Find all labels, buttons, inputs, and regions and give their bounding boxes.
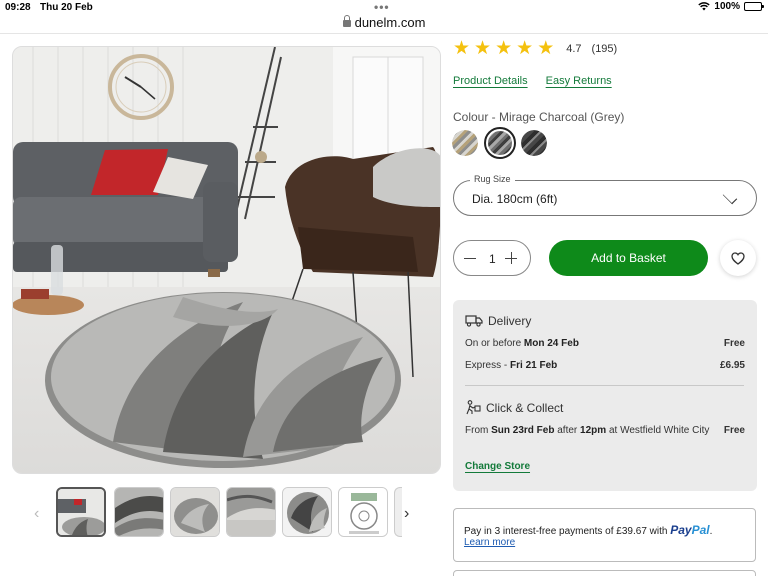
express-delivery-date: Fri 21 Feb <box>510 360 558 371</box>
collect-date: Sun 23rd Feb <box>491 425 555 436</box>
thumbnail-4[interactable] <box>226 487 276 537</box>
toolbar-divider <box>0 33 768 34</box>
chevron-right-icon[interactable]: › <box>404 505 409 523</box>
address-bar[interactable]: dunelm.com <box>0 15 768 30</box>
review-count[interactable]: (195) <box>592 43 618 55</box>
click-collect-title: Click & Collect <box>486 400 564 415</box>
delivery-title: Delivery <box>488 314 532 328</box>
thumbnail-6[interactable] <box>338 487 388 537</box>
heart-icon <box>731 251 745 265</box>
paypal-box: Pay in 3 interest-free payments of £39.6… <box>453 508 756 562</box>
colour-label: Colour - Mirage Charcoal (Grey) <box>453 110 625 124</box>
delivery-heading: Delivery <box>465 314 531 328</box>
click-collect-heading: Click & Collect <box>465 400 563 415</box>
thumbnail-3[interactable] <box>170 487 220 537</box>
delivery-panel: Delivery On or before Mon 24 Feb Free Ex… <box>453 300 757 491</box>
product-details-link[interactable]: Product Details <box>453 75 528 87</box>
rug-size-select[interactable]: Rug Size Dia. 180cm (6ft) <box>453 174 757 216</box>
express-delivery-row: Express - Fri 21 Feb £6.95 <box>465 360 745 371</box>
wishlist-button[interactable] <box>720 240 756 276</box>
click-collect-icon <box>466 400 481 415</box>
star-icon: ★ <box>516 38 534 59</box>
wifi-icon <box>698 2 711 11</box>
status-time: 09:28 <box>5 2 31 13</box>
collect-store: at Westfield White City <box>606 425 710 436</box>
thumbnail-5[interactable] <box>282 487 332 537</box>
delivery-truck-icon <box>465 315 483 327</box>
standard-delivery-date: Mon 24 Feb <box>523 338 579 349</box>
swatch-dark-grey[interactable] <box>521 130 547 156</box>
express-delivery-price: £6.95 <box>719 360 745 371</box>
url-text: dunelm.com <box>354 15 426 30</box>
paypal-text: Pay in 3 interest-free payments of £39.6… <box>464 523 713 537</box>
standard-delivery-row: On or before Mon 24 Feb Free <box>465 338 745 349</box>
click-collect-row: From Sun 23rd Feb after 12pm at Westfiel… <box>465 425 745 436</box>
rating-score: 4.7 <box>566 43 582 55</box>
divider <box>465 385 744 386</box>
quantity-stepper: 1 <box>453 240 531 276</box>
thumbnail-carousel: ‹ › <box>30 487 430 539</box>
chevron-down-icon <box>722 189 738 205</box>
battery-icon <box>744 2 764 11</box>
star-icon: ★ <box>453 38 471 59</box>
change-store-link[interactable]: Change Store <box>465 461 530 472</box>
quantity-value[interactable]: 1 <box>489 252 496 266</box>
quantity-decrease-button[interactable] <box>464 250 478 266</box>
product-main-image[interactable] <box>12 46 441 474</box>
standard-delivery-price: Free <box>723 338 745 349</box>
rug-size-label: Rug Size <box>470 174 515 184</box>
collect-price: Free <box>723 425 745 436</box>
browser-menu-dots[interactable]: ••• <box>374 0 390 14</box>
product-rating[interactable]: ★ ★ ★ ★ ★ 4.7 (195) <box>453 38 618 59</box>
thumbnail-7[interactable] <box>394 487 402 537</box>
status-bar: 09:28 Thu 20 Feb ••• 100% <box>0 0 768 14</box>
rug-size-value: Dia. 180cm (6ft) <box>472 192 558 206</box>
add-to-basket-button[interactable]: Add to Basket <box>549 240 708 276</box>
swatch-yellow-grey[interactable] <box>452 130 478 156</box>
thumbnail-2[interactable] <box>114 487 164 537</box>
star-icon: ★ <box>474 38 492 59</box>
battery-percent: 100% <box>714 1 740 12</box>
thumbnail-1[interactable] <box>56 487 106 537</box>
swatch-charcoal-grey-selected[interactable] <box>484 127 516 159</box>
easy-returns-link[interactable]: Easy Returns <box>546 75 612 87</box>
next-panel <box>453 570 756 576</box>
quantity-increase-button[interactable] <box>505 250 519 266</box>
learn-more-link[interactable]: Learn more <box>464 537 515 548</box>
paypal-logo: PayPal <box>670 523 710 537</box>
lock-icon <box>342 15 351 27</box>
star-icon: ★ <box>537 38 555 59</box>
product-links: Product Details Easy Returns <box>453 75 627 87</box>
star-icon: ★ <box>495 38 513 59</box>
collect-time: 12pm <box>580 425 607 436</box>
status-date: Thu 20 Feb <box>40 2 93 13</box>
chevron-left-icon[interactable]: ‹ <box>34 505 39 523</box>
